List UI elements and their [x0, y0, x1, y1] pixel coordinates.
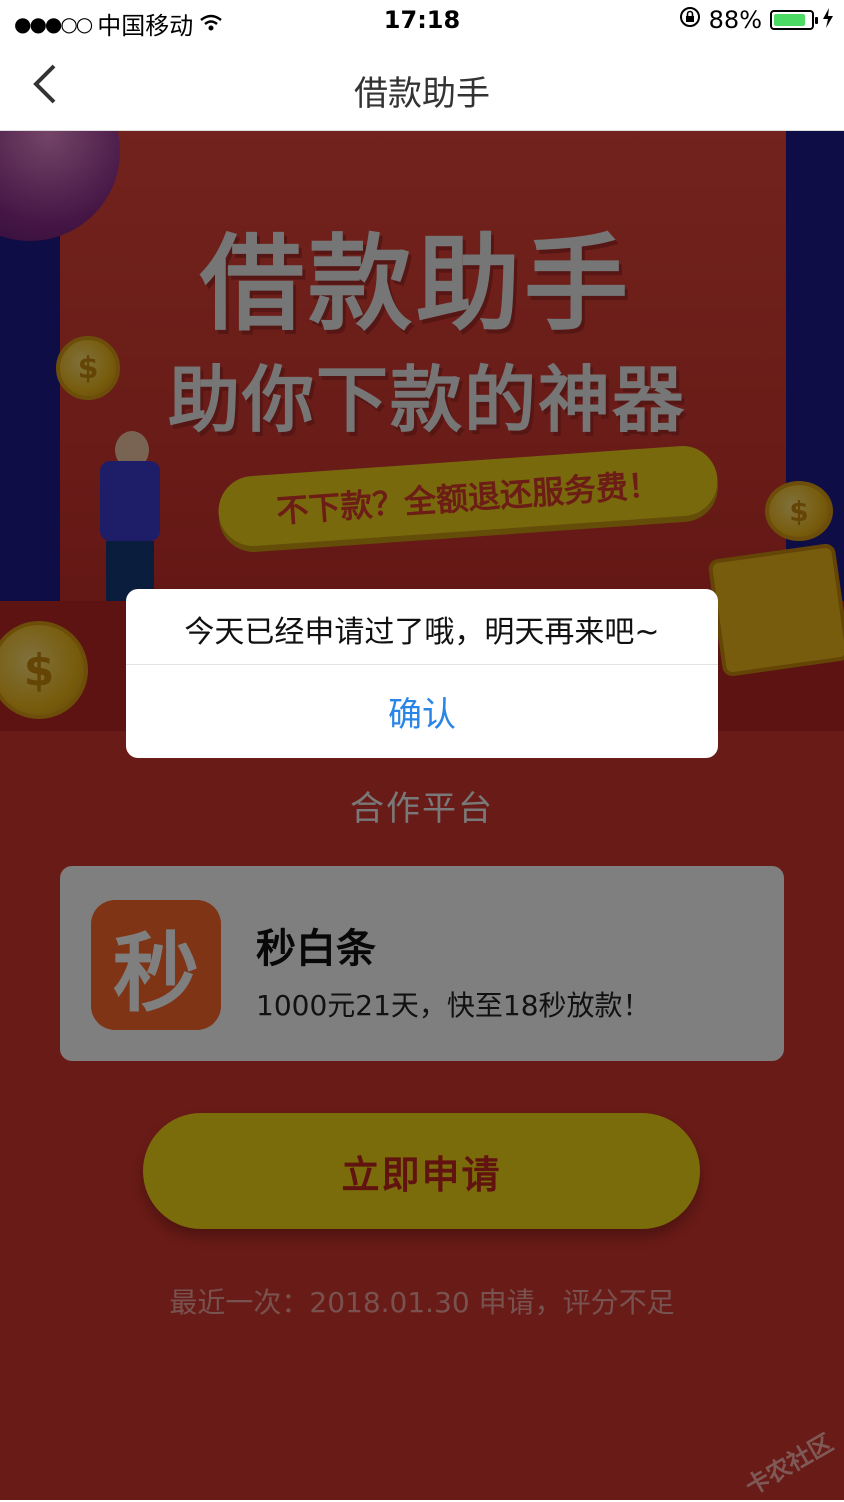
battery-fill	[774, 14, 806, 26]
alert-dialog: 今天已经申请过了哦，明天再来吧~ 确认	[126, 589, 718, 758]
charging-bolt-icon	[822, 6, 834, 34]
status-right: 88%	[679, 6, 834, 34]
dialog-message: 今天已经申请过了哦，明天再来吧~	[184, 615, 660, 650]
battery-percent: 88%	[708, 6, 762, 34]
status-bar: ●●●○○ 中国移动 17:18 88%	[0, 0, 844, 42]
page-title: 借款助手	[354, 74, 490, 114]
nav-bar: 借款助手	[0, 42, 844, 131]
confirm-button[interactable]: 确认	[126, 665, 718, 758]
modal-overlay	[0, 131, 844, 1500]
orientation-lock-icon	[679, 6, 701, 34]
battery-icon	[770, 10, 818, 30]
